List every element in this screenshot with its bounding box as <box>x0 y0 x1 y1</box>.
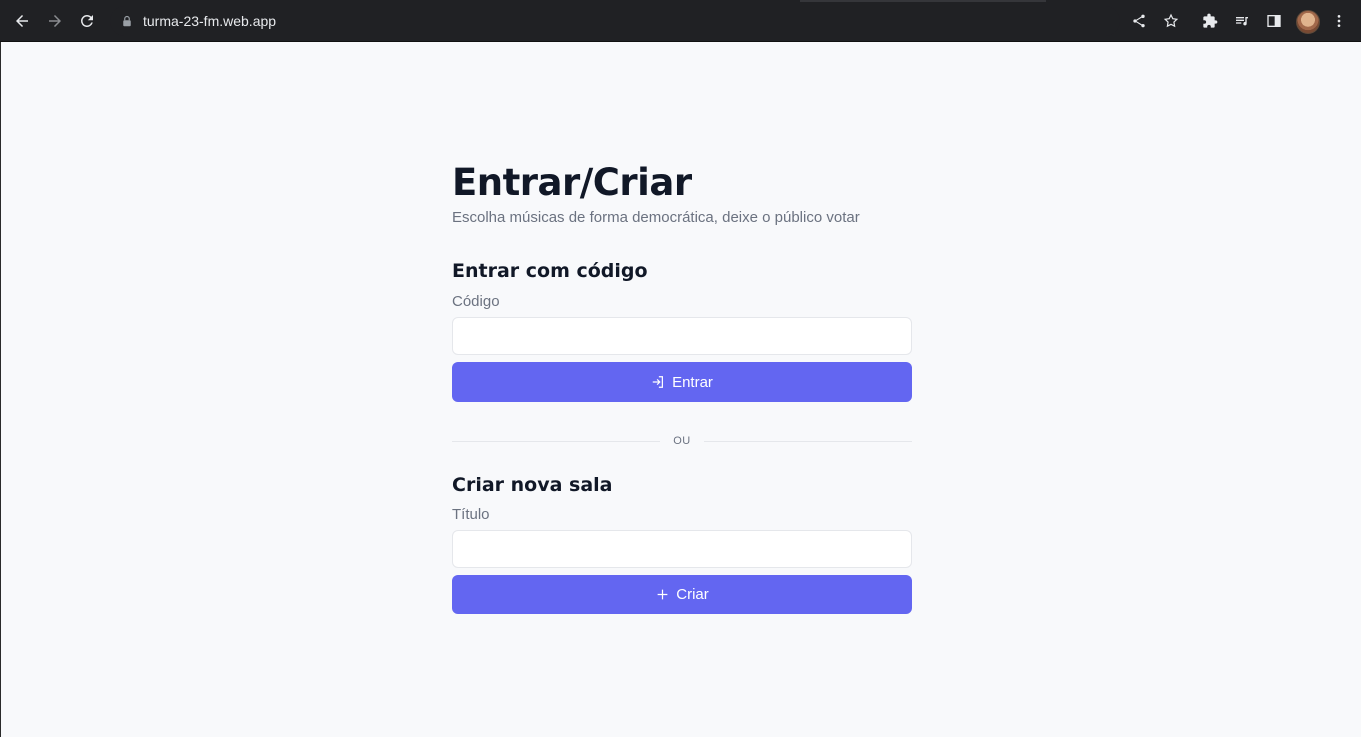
title-field-label: Título <box>452 506 490 523</box>
reload-icon <box>80 14 93 27</box>
plus-icon <box>655 588 669 602</box>
star-icon <box>1163 13 1179 28</box>
join-button[interactable]: Entrar <box>452 362 912 402</box>
share-icon <box>1133 14 1145 28</box>
create-button[interactable]: Criar <box>452 575 912 614</box>
url-text: turma-23-fm.web.app <box>143 13 277 29</box>
browser-menu-button[interactable] <box>1329 11 1349 31</box>
page-title: Entrar/Criar <box>452 161 692 204</box>
more-vertical-icon <box>1337 15 1341 27</box>
playlist-icon <box>1236 17 1248 26</box>
bookmark-button[interactable] <box>1161 11 1181 31</box>
media-control-button[interactable] <box>1232 11 1252 31</box>
create-button-label: Criar <box>676 586 709 603</box>
arrow-left-icon <box>16 15 28 27</box>
side-panel-button[interactable] <box>1264 11 1284 31</box>
divider-line-left <box>452 440 660 442</box>
share-button[interactable] <box>1129 11 1149 31</box>
arrow-right-icon <box>49 15 61 27</box>
side-panel-icon <box>1267 15 1281 27</box>
profile-avatar[interactable] <box>1296 10 1320 34</box>
create-section-heading: Criar nova sala <box>452 474 613 496</box>
login-icon <box>651 375 665 389</box>
page-content: Entrar/Criar Escolha músicas de forma de… <box>0 42 1361 737</box>
browser-toolbar: turma-23-fm.web.app <box>0 0 1361 42</box>
puzzle-icon <box>1203 13 1218 28</box>
join-button-label: Entrar <box>672 373 713 391</box>
back-button[interactable] <box>10 9 34 33</box>
entry-panel: Entrar/Criar Escolha músicas de forma de… <box>452 160 912 614</box>
address-bar[interactable]: turma-23-fm.web.app <box>110 6 1120 36</box>
divider-text: OU <box>673 435 691 447</box>
join-section-heading: Entrar com código <box>452 260 648 282</box>
extensions-button[interactable] <box>1200 11 1220 31</box>
reload-button[interactable] <box>75 9 99 33</box>
code-input[interactable] <box>452 317 912 355</box>
divider-line-right <box>704 440 912 442</box>
forward-button[interactable] <box>43 9 67 33</box>
tab-strip-edge <box>800 0 1046 2</box>
title-input[interactable] <box>452 530 912 568</box>
or-divider: OU <box>452 434 912 448</box>
lock-icon <box>120 14 134 28</box>
page-subtitle: Escolha músicas de forma democrática, de… <box>452 209 860 226</box>
code-field-label: Código <box>452 293 500 310</box>
